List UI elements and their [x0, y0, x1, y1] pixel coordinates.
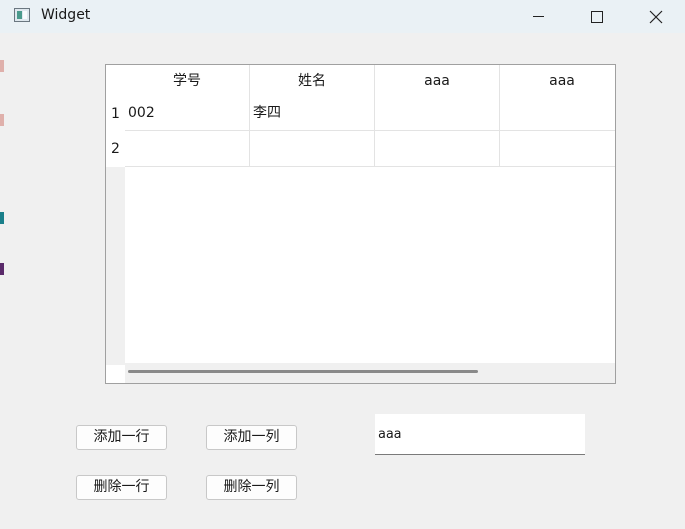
table-cell[interactable]: [500, 95, 615, 131]
title-bar: Widget: [0, 0, 685, 33]
table-cell[interactable]: [125, 131, 250, 167]
table-cell[interactable]: 李四: [250, 95, 375, 131]
add-row-button[interactable]: 添加一行: [76, 425, 167, 450]
table-corner: [106, 65, 125, 98]
table-widget[interactable]: 学号 姓名 aaa aaa 1 2 002 李四: [105, 64, 616, 384]
delete-row-button[interactable]: 删除一行: [76, 475, 167, 500]
maximize-button[interactable]: [574, 0, 620, 33]
close-button[interactable]: [633, 0, 679, 33]
horizontal-scrollbar[interactable]: [125, 363, 615, 383]
row-header-1[interactable]: 1: [106, 98, 125, 131]
minimize-icon: [532, 16, 544, 17]
column-header-student-id[interactable]: 学号: [125, 65, 250, 98]
add-column-button[interactable]: 添加一列: [206, 425, 297, 450]
row-header-2[interactable]: 2: [106, 131, 125, 167]
table-cell[interactable]: [375, 131, 500, 167]
background-window-edge: [0, 212, 4, 224]
text-input[interactable]: [375, 414, 585, 455]
delete-column-button[interactable]: 删除一列: [206, 475, 297, 500]
close-icon: [649, 10, 663, 23]
column-header-aaa-2[interactable]: aaa: [500, 65, 615, 98]
minimize-button[interactable]: [515, 0, 561, 33]
app-window-icon: [14, 8, 30, 22]
maximize-icon: [591, 10, 603, 23]
table-cell[interactable]: [375, 95, 500, 131]
window-title: Widget: [41, 7, 91, 23]
column-header-name[interactable]: 姓名: [250, 65, 375, 98]
background-window-edge: [0, 263, 4, 275]
table-cell[interactable]: 002: [125, 95, 250, 131]
table-cell[interactable]: [250, 131, 375, 167]
table-cell[interactable]: [500, 131, 615, 167]
background-window-edge: [0, 60, 4, 72]
background-window-edge: [0, 114, 4, 126]
scrollbar-thumb[interactable]: [128, 370, 478, 373]
column-header-aaa-1[interactable]: aaa: [375, 65, 500, 98]
